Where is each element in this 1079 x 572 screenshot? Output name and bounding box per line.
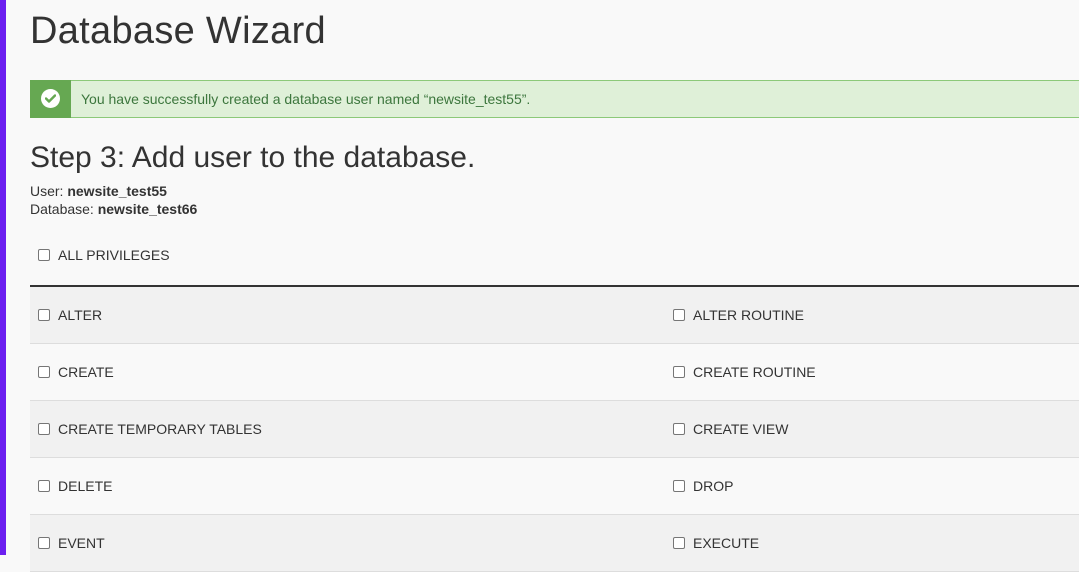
- privilege-checkbox[interactable]: [673, 480, 685, 492]
- privilege-create[interactable]: CREATE: [30, 344, 665, 400]
- privilege-delete[interactable]: DELETE: [30, 458, 665, 514]
- privilege-checkbox[interactable]: [38, 537, 50, 549]
- privilege-row: EVENT EXECUTE: [30, 515, 1079, 572]
- check-circle-icon: [41, 89, 60, 108]
- left-accent-bar: [0, 0, 6, 555]
- privilege-checkbox[interactable]: [673, 537, 685, 549]
- privilege-checkbox[interactable]: [673, 309, 685, 321]
- all-privileges-option[interactable]: ALL PRIVILEGES: [38, 247, 170, 263]
- privilege-label: CREATE ROUTINE: [693, 364, 816, 380]
- privilege-label: EXECUTE: [693, 535, 760, 551]
- privilege-row: CREATE CREATE ROUTINE: [30, 344, 1079, 401]
- privilege-label: CREATE: [58, 364, 114, 380]
- privilege-label: DROP: [693, 478, 734, 494]
- privilege-label: CREATE TEMPORARY TABLES: [58, 421, 262, 437]
- step-title: Step 3: Add user to the database.: [30, 141, 476, 174]
- privilege-create-temporary-tables[interactable]: CREATE TEMPORARY TABLES: [30, 401, 665, 457]
- privilege-row: DELETE DROP: [30, 458, 1079, 515]
- all-privileges-label: ALL PRIVILEGES: [58, 247, 170, 263]
- user-info: User: newsite_test55: [30, 182, 167, 200]
- privilege-checkbox[interactable]: [38, 309, 50, 321]
- user-value: newsite_test55: [67, 183, 167, 199]
- database-info: Database: newsite_test66: [30, 200, 197, 218]
- privilege-label: ALTER: [58, 307, 103, 323]
- privilege-execute[interactable]: EXECUTE: [665, 515, 1079, 571]
- all-privileges-checkbox[interactable]: [38, 249, 50, 261]
- privileges-table: ALTER ALTER ROUTINE CREATE CREATE ROUTIN…: [30, 285, 1079, 572]
- privilege-create-routine[interactable]: CREATE ROUTINE: [665, 344, 1079, 400]
- main-content: Database Wizard You have successfully cr…: [30, 0, 1079, 572]
- database-value: newsite_test66: [97, 201, 198, 217]
- alert-icon-box: [30, 79, 71, 118]
- privilege-alter[interactable]: ALTER: [30, 287, 665, 343]
- privilege-label: CREATE VIEW: [693, 421, 789, 437]
- privilege-label: EVENT: [58, 535, 105, 551]
- page-title: Database Wizard: [30, 10, 326, 52]
- privilege-label: DELETE: [58, 478, 113, 494]
- database-label: Database:: [30, 201, 94, 217]
- privilege-checkbox[interactable]: [673, 366, 685, 378]
- privilege-checkbox[interactable]: [38, 366, 50, 378]
- alert-message: You have successfully created a database…: [81, 91, 531, 107]
- privilege-row: ALTER ALTER ROUTINE: [30, 287, 1079, 344]
- privilege-event[interactable]: EVENT: [30, 515, 665, 571]
- privilege-checkbox[interactable]: [38, 480, 50, 492]
- privilege-create-view[interactable]: CREATE VIEW: [665, 401, 1079, 457]
- privilege-checkbox[interactable]: [38, 423, 50, 435]
- privilege-row: CREATE TEMPORARY TABLES CREATE VIEW: [30, 401, 1079, 458]
- privilege-label: ALTER ROUTINE: [693, 307, 804, 323]
- user-label: User:: [30, 183, 64, 199]
- success-alert: You have successfully created a database…: [30, 79, 1079, 118]
- privilege-drop[interactable]: DROP: [665, 458, 1079, 514]
- privilege-alter-routine[interactable]: ALTER ROUTINE: [665, 287, 1079, 343]
- privilege-checkbox[interactable]: [673, 423, 685, 435]
